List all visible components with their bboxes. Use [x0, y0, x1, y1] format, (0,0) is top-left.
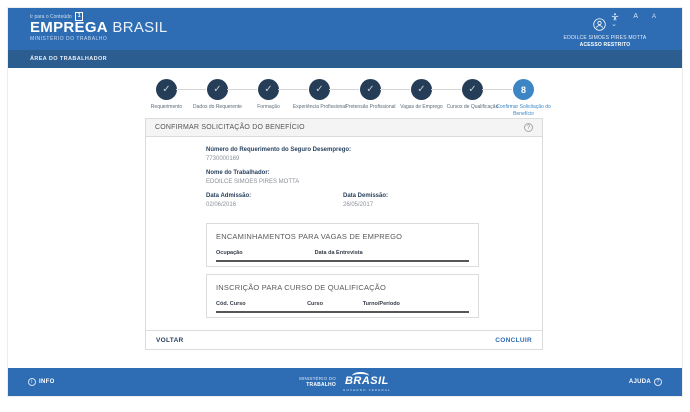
cursos-table: INSCRIÇÃO PARA CURSO DE QUALIFICAÇÃO Cód…	[206, 274, 479, 318]
check-icon: ✓	[468, 84, 476, 95]
page: Ir para o Conteúdo 1 EMPREGA BRASIL MINI…	[8, 8, 682, 396]
cursos-table-title: INSCRIÇÃO PARA CURSO DE QUALIFICAÇÃO	[216, 283, 469, 292]
user-menu: ⌄ EDOILCE SIMOES PIRES MOTTA ACESSO REST…	[540, 18, 670, 48]
column-curso: Curso	[307, 301, 363, 307]
panel-title: CONFIRMAR SOLICITAÇÃO DO BENEFÍCIO	[155, 124, 305, 131]
step-label: Vagas de Emprego	[400, 104, 442, 111]
nav-item-area-trabalhador[interactable]: ÁREA DO TRABALHADOR	[30, 56, 107, 62]
confirmation-panel: CONFIRMAR SOLICITAÇÃO DO BENEFÍCIO ? Núm…	[145, 118, 543, 350]
ministerio-line2: TRABALHO	[299, 382, 336, 388]
cursos-table-header: Cód. Curso Curso Turno/Período	[216, 301, 469, 313]
dates-row: Data Admissão: 02/06/2016 Data Demissão:…	[206, 193, 542, 216]
check-icon: ✓	[213, 84, 221, 95]
user-access-level: ACESSO RESTRITO	[580, 42, 631, 48]
step-cursos-qualificacao[interactable]: ✓ Cursos de Qualificação	[447, 79, 498, 118]
ministerio-line1: MINISTÉRIO DO	[299, 376, 336, 381]
logo-title: EMPREGA BRASIL	[30, 20, 168, 35]
step-requerimento[interactable]: ✓ Requerimento	[141, 79, 192, 118]
vagas-table-title: ENCAMINHAMENTOS PARA VAGAS DE EMPREGO	[216, 232, 469, 241]
check-icon: ✓	[417, 84, 425, 95]
column-data-entrevista: Data da Entrevista	[315, 250, 469, 256]
step-confirmar-solicitacao[interactable]: 8 Confirmar Solicitação do Benefício	[498, 79, 549, 118]
requerimento-label: Número do Requerimento do Seguro Desempr…	[206, 147, 542, 153]
column-ocupacao: Ocupação	[216, 250, 315, 256]
vagas-table-header: Ocupação Data da Entrevista	[216, 250, 469, 262]
footer: i INFO MINISTÉRIO DO TRABALHO BRASIL GOV…	[8, 368, 682, 396]
vagas-table: ENCAMINHAMENTOS PARA VAGAS DE EMPREGO Oc…	[206, 223, 479, 267]
step-label: Formação	[257, 104, 280, 111]
demissao-label: Data Demissão:	[343, 193, 480, 199]
user-menu-toggle[interactable]: ⌄	[593, 18, 617, 31]
step-label: Cursos de Qualificação	[447, 104, 499, 111]
requerimento-value: 7730000169	[206, 156, 542, 162]
step-pretensao-profissional[interactable]: ✓ Pretensão Profissional	[345, 79, 396, 118]
nome-label: Nome do Trabalhador:	[206, 170, 542, 176]
help-icon[interactable]: ?	[524, 123, 533, 132]
step-circle-active[interactable]: 8	[513, 79, 534, 100]
logo[interactable]: EMPREGA BRASIL MINISTÉRIO DO TRABALHO	[30, 20, 168, 42]
navbar: ÁREA DO TRABALHADOR	[8, 50, 682, 68]
step-formacao[interactable]: ✓ Formação	[243, 79, 294, 118]
step-circle[interactable]: ✓	[258, 79, 279, 100]
column-turno-periodo: Turno/Período	[363, 301, 469, 307]
main-content: ✓ Requerimento ✓ Dados do Requerente ✓ F…	[8, 68, 682, 368]
voltar-button[interactable]: VOLTAR	[156, 337, 184, 344]
info-label: INFO	[39, 379, 55, 385]
info-link[interactable]: i INFO	[28, 378, 55, 386]
check-icon: ✓	[366, 84, 374, 95]
logo-primary: EMPREGA	[30, 19, 108, 36]
footer-branding: MINISTÉRIO DO TRABALHO BRASIL GOVERNO FE…	[299, 372, 391, 392]
step-circle[interactable]: ✓	[156, 79, 177, 100]
step-circle[interactable]: ✓	[207, 79, 228, 100]
info-icon: i	[28, 378, 36, 386]
step-dados-requerente[interactable]: ✓ Dados do Requerente	[192, 79, 243, 118]
column-cod-curso: Cód. Curso	[216, 301, 307, 307]
header: Ir para o Conteúdo 1 EMPREGA BRASIL MINI…	[8, 8, 682, 50]
step-label: Requerimento	[151, 104, 182, 111]
governo-federal-text: GOVERNO FEDERAL	[343, 389, 391, 392]
nome-value: EDOILCE SIMOES PIRES MOTTA	[206, 179, 542, 185]
chevron-down-icon: ⌄	[611, 22, 617, 28]
check-icon: ✓	[264, 84, 272, 95]
user-name: EDOILCE SIMOES PIRES MOTTA	[564, 35, 647, 41]
admissao-label: Data Admissão:	[206, 193, 343, 199]
logo-secondary: BRASIL	[112, 19, 167, 36]
step-experiencia-profissional[interactable]: ✓ Experiência Profissional	[294, 79, 345, 118]
step-circle[interactable]: ✓	[360, 79, 381, 100]
step-label: Experiência Profissional	[293, 104, 346, 111]
ajuda-link[interactable]: AJUDA ?	[629, 378, 662, 386]
panel-body: Número do Requerimento do Seguro Desempr…	[146, 137, 542, 330]
ministerio-trabalho-wordmark: MINISTÉRIO DO TRABALHO	[299, 376, 336, 388]
brasil-logo-text: BRASIL	[345, 376, 389, 387]
step-circle[interactable]: ✓	[411, 79, 432, 100]
brasil-logo: BRASIL GOVERNO FEDERAL	[343, 372, 391, 392]
demissao-field: Data Demissão: 26/05/2017	[343, 193, 480, 216]
step-vagas-emprego[interactable]: ✓ Vagas de Emprego	[396, 79, 447, 118]
step-number: 8	[521, 85, 526, 95]
check-icon: ✓	[162, 84, 170, 95]
admissao-field: Data Admissão: 02/06/2016	[206, 193, 343, 216]
panel-footer: VOLTAR CONCLUIR	[146, 330, 542, 349]
step-label: Confirmar Solicitação do Benefício	[496, 104, 552, 118]
panel-header: CONFIRMAR SOLICITAÇÃO DO BENEFÍCIO ?	[146, 119, 542, 137]
step-label: Dados do Requerente	[193, 104, 242, 111]
step-circle[interactable]: ✓	[462, 79, 483, 100]
demissao-value: 26/05/2017	[343, 202, 480, 208]
ajuda-label: AJUDA	[629, 379, 651, 385]
step-circle[interactable]: ✓	[309, 79, 330, 100]
step-label: Pretensão Profissional	[345, 104, 395, 111]
concluir-button[interactable]: CONCLUIR	[495, 337, 532, 344]
admissao-value: 02/06/2016	[206, 202, 343, 208]
wizard-stepper: ✓ Requerimento ✓ Dados do Requerente ✓ F…	[8, 79, 682, 118]
user-avatar-icon	[593, 18, 606, 31]
check-icon: ✓	[315, 84, 323, 95]
ajuda-help-icon: ?	[654, 378, 662, 386]
logo-subtitle: MINISTÉRIO DO TRABALHO	[30, 37, 168, 42]
